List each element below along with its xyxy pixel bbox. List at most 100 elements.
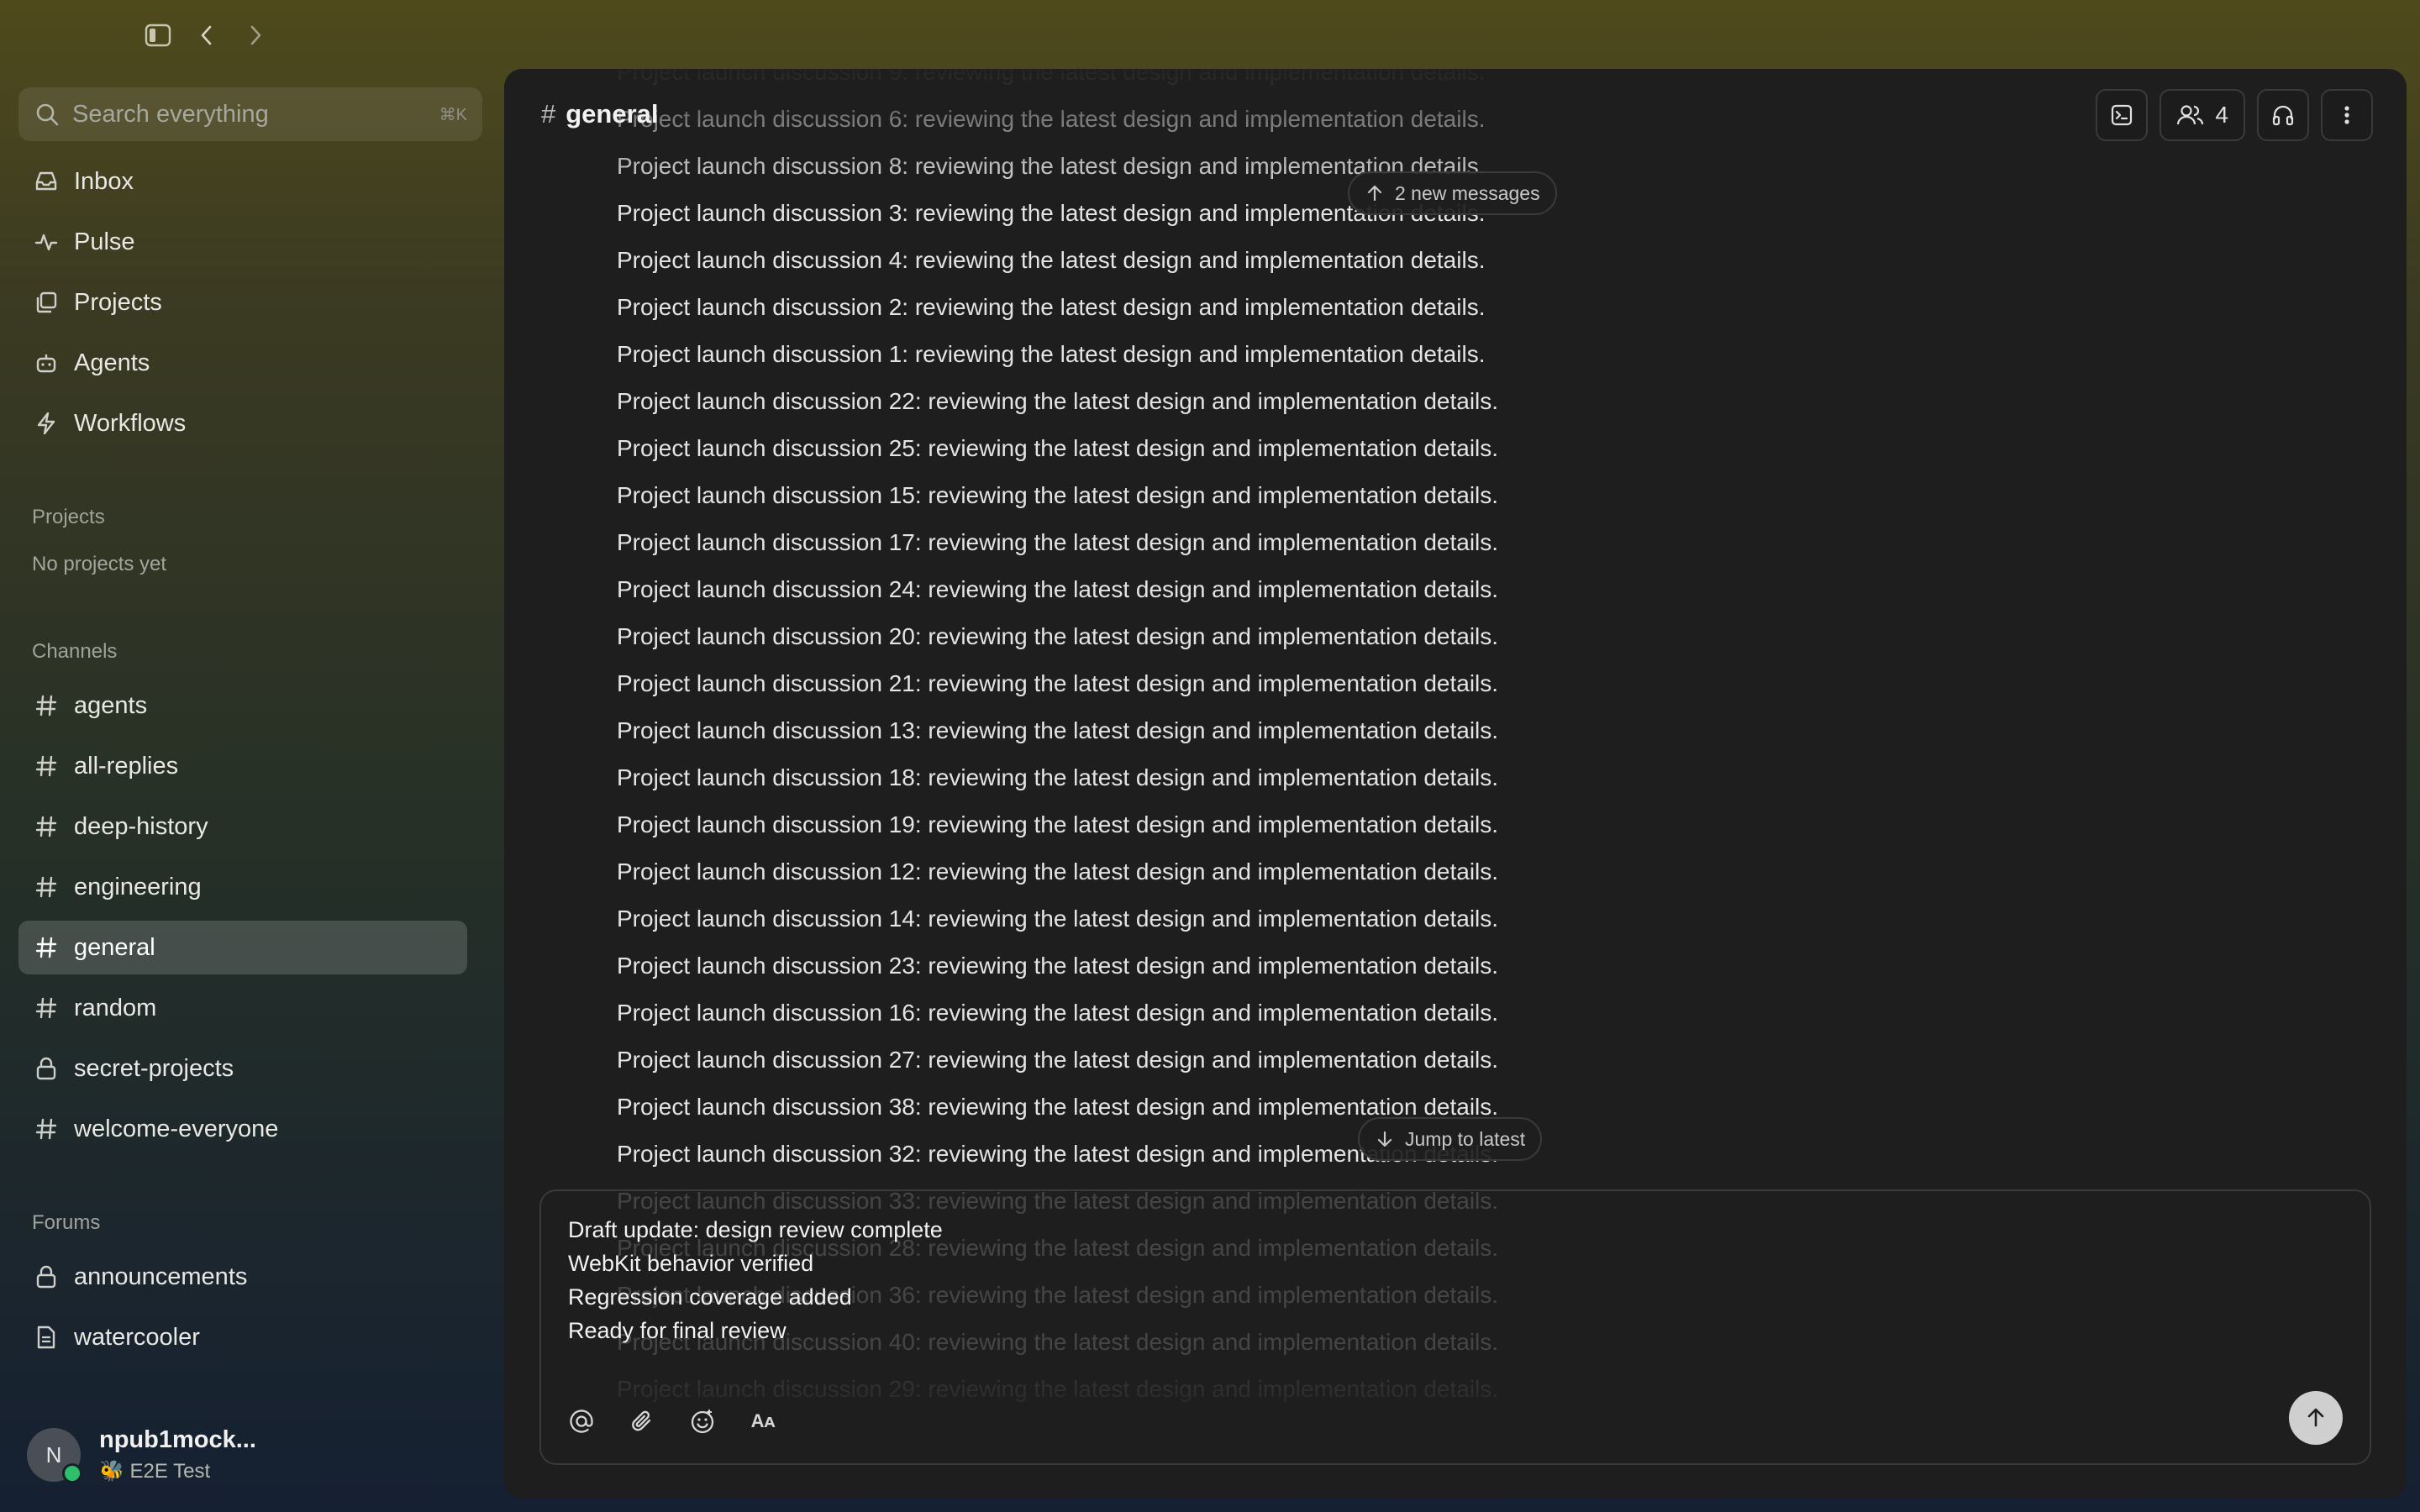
hash-icon [32,994,60,1022]
channels-section-title: Channels [32,640,118,663]
sidebar-item-inbox[interactable]: Inbox [18,155,467,208]
document-icon [32,1323,60,1352]
message-item: Project launch discussion 17: reviewing … [617,529,1499,555]
emoji-icon[interactable] [687,1406,718,1436]
new-messages-button[interactable]: 2 new messages [1348,171,1557,215]
avatar-initial: N [45,1441,62,1467]
message-item: Project launch discussion 38: reviewing … [617,1094,1499,1120]
sidebar-item-all-replies[interactable]: all-replies [18,739,467,793]
mention-icon[interactable] [566,1406,597,1436]
send-button[interactable] [2289,1391,2343,1445]
message-item: Project launch discussion 22: reviewing … [617,388,1499,414]
user-name: npub1mock... [99,1426,256,1453]
sidebar-item-agents-channel[interactable]: agents [18,679,467,732]
sidebar-item-deep-history[interactable]: deep-history [18,800,467,853]
avatar: N [27,1428,82,1483]
hash-icon [32,752,60,780]
draft-line: Regression coverage added [568,1284,852,1310]
message-item: Project launch discussion 25: reviewing … [617,435,1499,461]
sidebar-item-label: Projects [74,288,162,316]
message-composer[interactable]: Draft update: design review complete WebK… [539,1189,2371,1465]
sidebar-item-workflows[interactable]: Workflows [18,396,467,450]
lock-icon [32,1054,60,1083]
sidebar-item-label: deep-history [74,812,208,840]
search-shortcut: ⌘K [439,105,467,124]
inbox-icon [32,167,60,196]
members-icon [2177,105,2204,125]
hash-icon [32,933,60,962]
arrow-up-icon [1367,185,1382,202]
headphones-icon [2272,105,2294,126]
sidebar-item-label: agents [74,691,148,719]
more-vertical-icon [2344,106,2349,124]
workflows-icon [32,409,60,438]
message-item: Project launch discussion 23: reviewing … [617,953,1499,979]
more-options-button[interactable] [2321,89,2373,141]
draft-line: Ready for final review [568,1318,786,1343]
sidebar-item-secret-projects[interactable]: secret-projects [18,1042,467,1095]
sidebar-item-label: Workflows [74,409,187,437]
sidebar-item-label: Pulse [74,228,135,255]
arrow-up-icon [2307,1408,2324,1427]
channel-header: # general [541,99,659,129]
sidebar-item-engineering[interactable]: engineering [18,860,467,914]
sidebar-item-random[interactable]: random [18,981,467,1035]
message-item: Project launch discussion 12: reviewing … [617,858,1499,885]
format-icon[interactable]: Aᴀ [748,1406,778,1436]
attach-icon[interactable] [627,1406,657,1436]
message-item: Project launch discussion 1: reviewing t… [617,341,1486,367]
projects-empty-text: No projects yet [32,553,167,575]
message-item: Project launch discussion 8: reviewing t… [617,153,1486,179]
terminal-button[interactable] [2096,89,2149,141]
sidebar-item-label: announcements [74,1263,248,1290]
sidebar-item-watercooler[interactable]: watercooler [18,1310,467,1364]
message-item: Project launch discussion 2: reviewing t… [617,294,1486,320]
arrow-down-icon [1377,1131,1392,1147]
sidebar: Search everything ⌘K Inbox Pulse Project… [0,0,504,1512]
sidebar-item-welcome-everyone[interactable]: welcome-everyone [18,1102,467,1156]
message-item: Project launch discussion 18: reviewing … [617,764,1499,790]
sidebar-item-label: watercooler [74,1323,200,1351]
user-profile[interactable]: N npub1mock... 🐝 E2E Test [27,1426,256,1483]
user-status: 🐝 E2E Test [99,1460,211,1483]
message-item: Project launch discussion 32: reviewing … [617,1141,1499,1167]
draft-line: Draft update: design review complete [568,1217,943,1242]
message-item: Project launch discussion 19: reviewing … [617,811,1499,837]
sidebar-item-general[interactable]: general [18,921,467,974]
message-item: Project launch discussion 24: reviewing … [617,576,1499,602]
search-icon [36,103,59,126]
hash-icon: # [541,99,556,129]
jump-to-latest-button[interactable]: Jump to latest [1358,1117,1543,1161]
sidebar-item-label: welcome-everyone [74,1115,279,1142]
message-item: Project launch discussion 27: reviewing … [617,1047,1499,1073]
channel-view: Project launch discussion 9: reviewing t… [504,69,2407,1499]
search-input[interactable]: Search everything ⌘K [18,87,482,141]
sidebar-item-announcements[interactable]: announcements [18,1250,467,1304]
sidebar-item-label: engineering [74,873,202,900]
message-item: Project launch discussion 3: reviewing t… [617,200,1486,226]
hash-icon [32,691,60,720]
online-status-dot [62,1463,82,1483]
sidebar-item-pulse[interactable]: Pulse [18,215,467,269]
sidebar-item-label: secret-projects [74,1054,234,1082]
message-item: Project launch discussion 4: reviewing t… [617,247,1486,273]
sidebar-item-projects[interactable]: Projects [18,276,467,329]
composer-fade [541,1362,2370,1463]
projects-icon [32,288,60,317]
hash-icon [32,812,60,841]
message-item: Project launch discussion 6: reviewing t… [617,106,1486,132]
message-item: Project launch discussion 21: reviewing … [617,670,1499,696]
sidebar-item-agents[interactable]: Agents [18,336,467,390]
members-button[interactable]: 4 [2160,89,2245,141]
sidebar-item-label: random [74,994,157,1021]
channel-title: general [566,99,659,129]
message-item: Project launch discussion 13: reviewing … [617,717,1499,743]
sidebar-item-label: all-replies [74,752,179,780]
huddle-button[interactable] [2257,89,2309,141]
pulse-icon [32,228,60,256]
composer-text[interactable]: Draft update: design review complete WebK… [568,1213,943,1347]
message-item: Project launch discussion 20: reviewing … [617,623,1499,649]
new-messages-label: 2 new messages [1395,181,1540,204]
message-item: Project launch discussion 9: reviewing t… [617,69,1486,85]
sidebar-item-label: general [74,933,155,961]
